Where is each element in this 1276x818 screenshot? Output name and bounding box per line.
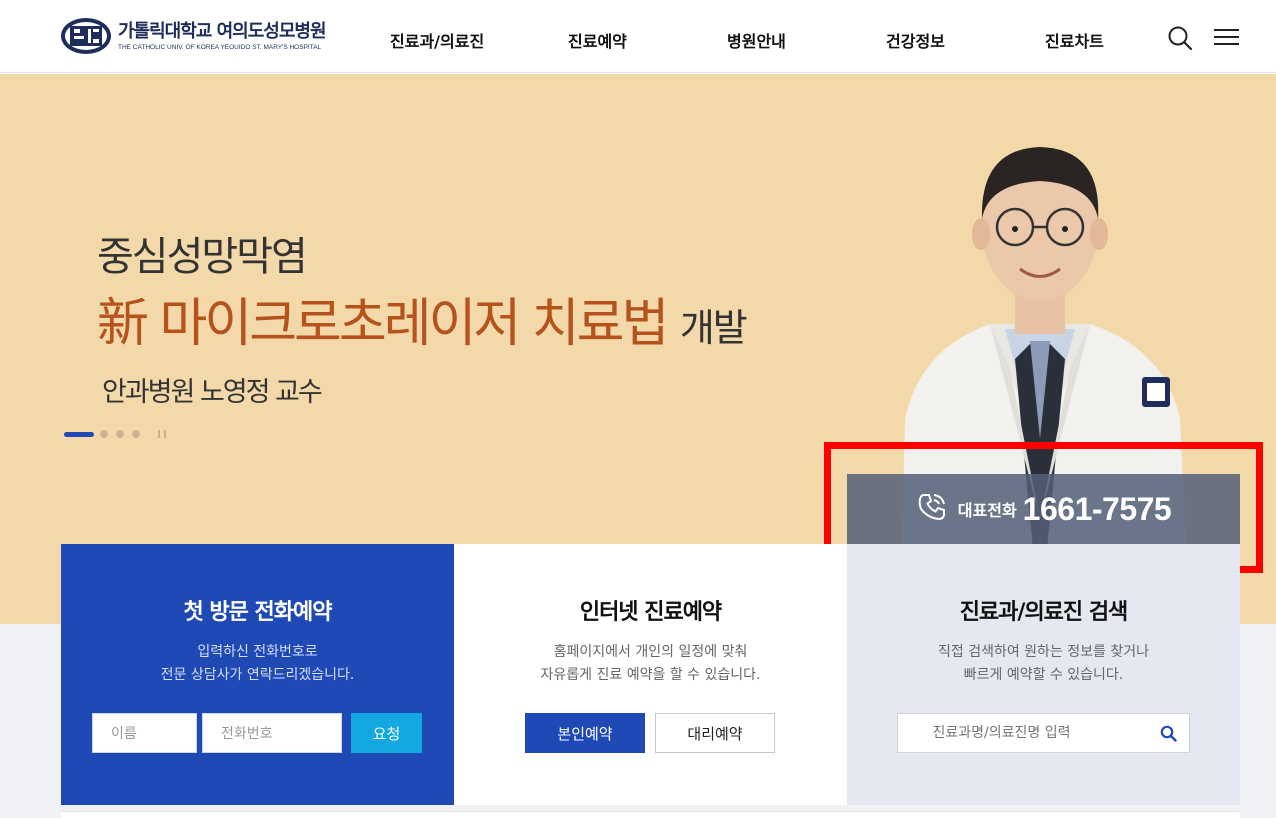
phone-input[interactable]: 전화번호 <box>202 713 342 753</box>
internet-reservation-title: 인터넷 진료예약 <box>579 600 722 625</box>
hero-headline: 新 마이크로초레이저 치료법 개발 <box>97 281 748 356</box>
internet-reservation-desc: 홈페이지에서 개인의 일정에 맞춰 자유롭게 진료 예약을 할 수 있습니다. <box>540 644 761 683</box>
phone-label: 대표전화 <box>957 501 1017 520</box>
request-button[interactable]: 요청 <box>351 713 422 753</box>
doctor-search-input[interactable] <box>932 714 1173 752</box>
proxy-reservation-button[interactable]: 대리예약 <box>655 713 775 753</box>
nav-item-reservation[interactable]: 진료예약 <box>568 28 627 52</box>
self-reservation-button[interactable]: 본인예약 <box>525 713 645 753</box>
nav-item-departments[interactable]: 진료과/의료진 <box>390 28 484 52</box>
search-icon[interactable] <box>1167 25 1193 55</box>
phone-reservation-desc: 입력하신 전화번호로 전문 상담사가 연락드리겠습니다. <box>160 644 355 683</box>
doctor-search-title: 진료과/의료진 검색 <box>959 600 1129 625</box>
slide-indicator[interactable] <box>100 430 108 438</box>
logo-title-english: THE CATHOLIC UNIV. OF KOREA YEOUIDO ST. … <box>118 44 322 51</box>
hero-subtitle: 중심성망막염 <box>97 234 308 280</box>
quick-menu-strip <box>61 811 1240 818</box>
slide-indicator-active[interactable] <box>64 431 94 437</box>
name-input[interactable]: 이름 <box>92 713 197 753</box>
nav-item-hospital-guide[interactable]: 병원안내 <box>727 28 786 52</box>
slide-indicator[interactable] <box>132 430 140 438</box>
site-header: 가톨릭대학교 여의도성모병원 THE CATHOLIC UNIV. OF KOR… <box>0 0 1276 73</box>
doctor-search-desc: 직접 검색하여 원하는 정보를 찾거나 빠르게 예약할 수 있습니다. <box>938 644 1149 683</box>
nav-item-medical-chart[interactable]: 진료차트 <box>1045 28 1104 52</box>
doctor-search-field[interactable] <box>897 713 1190 753</box>
hospital-emblem-icon <box>60 17 112 55</box>
hamburger-menu-icon[interactable] <box>1214 28 1240 52</box>
representative-phone-box[interactable]: 대표전화 1661-7575 <box>847 474 1240 544</box>
hero-headline-main: 新 마이크로초레이저 치료법 <box>97 294 669 354</box>
hospital-logo[interactable]: 가톨릭대학교 여의도성모병원 THE CATHOLIC UNIV. OF KOR… <box>60 17 327 55</box>
phone-reservation-card: 첫 방문 전화예약 입력하신 전화번호로 전문 상담사가 연락드리겠습니다. 이… <box>61 544 454 805</box>
phone-icon <box>916 491 948 527</box>
hero-banner[interactable]: 중심성망막염 新 마이크로초레이저 치료법 개발 안과병원 노영정 교수 대표전… <box>0 74 1276 624</box>
internet-reservation-card: 인터넷 진료예약 홈페이지에서 개인의 일정에 맞춰 자유롭게 진료 예약을 할… <box>454 544 847 805</box>
search-icon[interactable] <box>1160 725 1177 746</box>
hero-headline-tail: 개발 <box>679 306 748 350</box>
hero-doctor-name: 안과병원 노영정 교수 <box>102 377 323 408</box>
logo-title-korean: 가톨릭대학교 여의도성모병원 <box>118 21 327 42</box>
phone-reservation-title: 첫 방문 전화예약 <box>183 600 333 625</box>
doctor-search-card: 진료과/의료진 검색 직접 검색하여 원하는 정보를 찾거나 빠르게 예약할 수… <box>847 544 1240 805</box>
slide-indicator[interactable] <box>116 430 124 438</box>
slide-pager <box>64 429 166 439</box>
phone-number[interactable]: 1661-7575 <box>1023 491 1172 528</box>
nav-item-health-info[interactable]: 건강정보 <box>886 28 945 52</box>
pause-icon[interactable] <box>158 430 166 438</box>
